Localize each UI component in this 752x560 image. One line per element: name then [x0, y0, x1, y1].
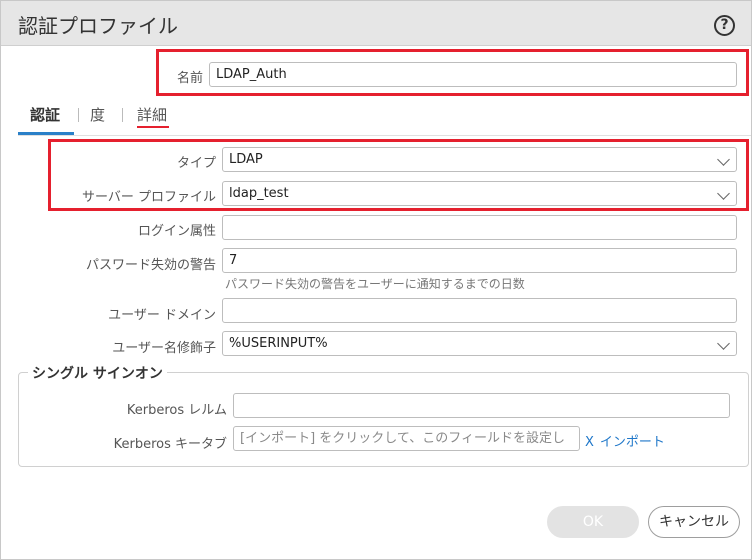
tab-separator [78, 108, 79, 122]
tab-separator [122, 108, 123, 122]
tab-authentication[interactable]: 認証 [30, 104, 60, 125]
sso-fieldset [18, 372, 749, 467]
dialog-titlebar: 認証プロファイル ? [1, 1, 751, 46]
sso-legend: シングル サインオン [28, 363, 167, 383]
kerberos-realm-label: Kerberos レルム [126, 403, 227, 418]
server-profile-select[interactable]: ldap_test [222, 181, 737, 206]
username-modifier-select[interactable]: %USERINPUT% [222, 331, 737, 356]
password-warning-label: パスワード失効の警告 [85, 258, 216, 273]
name-label: 名前 [176, 71, 203, 86]
type-select[interactable]: LDAP [222, 147, 737, 172]
question-circle-icon[interactable]: ? [714, 15, 735, 36]
chevron-down-icon [717, 187, 730, 200]
username-modifier-value: %USERINPUT% [229, 336, 328, 351]
kerberos-keytab-input[interactable]: [インポート] をクリックして、このフィールドを設定し [233, 426, 580, 451]
kerberos-keytab-label: Kerberos キータブ [113, 437, 227, 452]
ok-button[interactable]: OK [547, 506, 639, 538]
auth-profile-dialog: 認証プロファイル ? 名前 LDAP_Auth 認証 度 詳細 タイプ LDAP… [0, 0, 752, 560]
type-label: タイプ [176, 156, 216, 171]
login-attr-input[interactable] [222, 215, 737, 240]
import-link[interactable]: X インポート [585, 431, 665, 450]
dialog-title: 認証プロファイル [18, 14, 178, 38]
login-attr-label: ログイン属性 [137, 224, 216, 239]
kerberos-realm-input[interactable] [233, 393, 730, 418]
name-input[interactable]: LDAP_Auth [209, 62, 737, 87]
server-profile-label: サーバー プロファイル [81, 190, 216, 205]
clear-x-icon[interactable]: X [585, 435, 594, 450]
import-link-label[interactable]: インポート [600, 435, 665, 450]
tabs-divider [18, 135, 751, 136]
tab-advanced-underline [137, 126, 169, 128]
type-value: LDAP [229, 152, 263, 167]
tab-active-indicator [18, 132, 74, 135]
tab-bar: 認証 度 詳細 [18, 98, 751, 136]
username-modifier-label: ユーザー名修飾子 [112, 341, 216, 356]
user-domain-label: ユーザー ドメイン [108, 308, 216, 323]
cancel-button[interactable]: キャンセル [648, 506, 740, 538]
tab-advanced[interactable]: 詳細 [137, 104, 167, 125]
chevron-down-icon [717, 153, 730, 166]
chevron-down-icon [717, 337, 730, 350]
tab-degree[interactable]: 度 [90, 104, 105, 125]
password-warning-input[interactable]: 7 [222, 248, 737, 273]
user-domain-input[interactable] [222, 298, 737, 323]
password-warning-hint: パスワード失効の警告をユーザーに通知するまでの日数 [225, 277, 525, 291]
server-profile-value: ldap_test [229, 186, 289, 201]
